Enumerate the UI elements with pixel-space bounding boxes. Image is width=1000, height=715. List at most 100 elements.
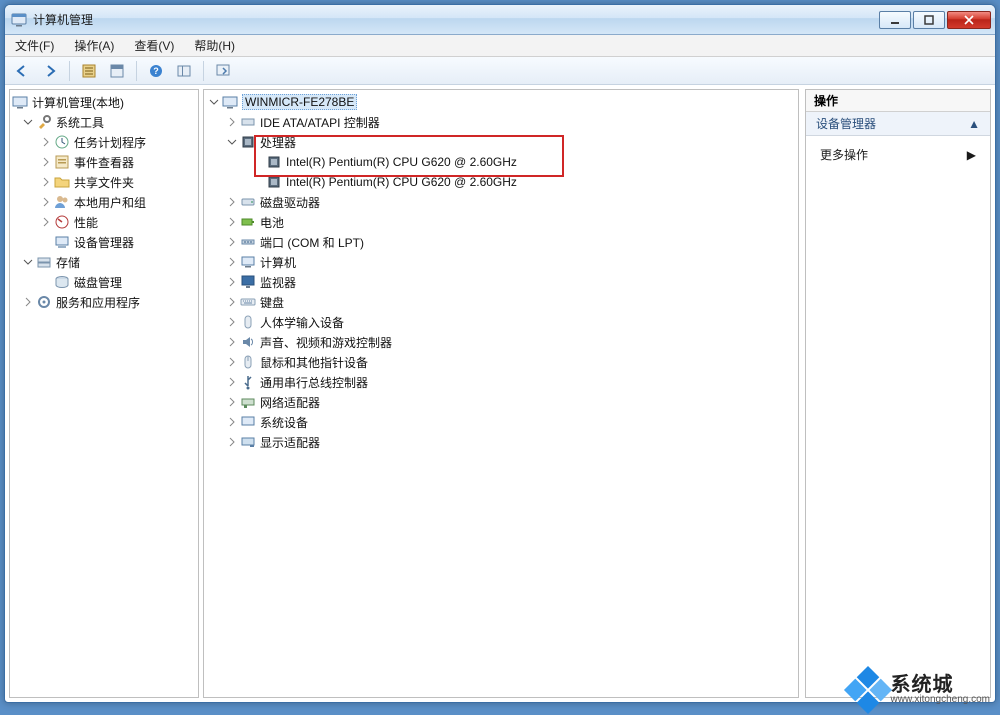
collapse-icon[interactable]: ▲: [968, 117, 980, 131]
tree-disk-mgmt[interactable]: 磁盘管理: [10, 272, 198, 292]
expand-icon[interactable]: [40, 196, 52, 208]
cat-keyboards[interactable]: 键盘: [204, 292, 798, 312]
expand-icon[interactable]: [226, 336, 238, 348]
collapse-icon[interactable]: [208, 96, 220, 108]
hid-icon: [240, 314, 256, 330]
cat-batteries[interactable]: 电池: [204, 212, 798, 232]
properties-button[interactable]: [106, 60, 128, 82]
expand-icon[interactable]: [226, 316, 238, 328]
cat-processors[interactable]: 处理器: [204, 132, 798, 152]
cat-system-devices[interactable]: 系统设备: [204, 412, 798, 432]
cat-display[interactable]: 显示适配器: [204, 432, 798, 452]
actions-section-label: 设备管理器: [816, 115, 876, 132]
disk-icon: [54, 274, 70, 290]
cat-monitors[interactable]: 监视器: [204, 272, 798, 292]
device-tree-pane[interactable]: WINMICR-FE278BE IDE ATA/ATAPI 控制器 处理器 In…: [203, 89, 799, 698]
toolbar-separator: [69, 61, 70, 81]
tree-label: 显示适配器: [260, 434, 320, 451]
sound-icon: [240, 334, 256, 350]
tree-device-manager[interactable]: 设备管理器: [10, 232, 198, 252]
expand-icon[interactable]: [40, 176, 52, 188]
cat-ports[interactable]: 端口 (COM 和 LPT): [204, 232, 798, 252]
services-icon: [36, 294, 52, 310]
collapse-icon[interactable]: [226, 136, 238, 148]
expand-icon[interactable]: [22, 296, 34, 308]
tree-services[interactable]: 服务和应用程序: [10, 292, 198, 312]
expand-icon[interactable]: [226, 356, 238, 368]
tree-storage[interactable]: 存储: [10, 252, 198, 272]
actions-title: 操作: [814, 92, 838, 109]
cpu-item[interactable]: Intel(R) Pentium(R) CPU G620 @ 2.60GHz: [204, 172, 798, 192]
tree-event-viewer[interactable]: 事件查看器: [10, 152, 198, 172]
tree-label: 存储: [56, 254, 80, 271]
action-more[interactable]: 更多操作 ▶: [820, 142, 976, 167]
maximize-button[interactable]: [913, 11, 945, 29]
cat-computers[interactable]: 计算机: [204, 252, 798, 272]
device-tree: WINMICR-FE278BE IDE ATA/ATAPI 控制器 处理器 In…: [204, 90, 798, 454]
forward-button[interactable]: [39, 60, 61, 82]
tree-label: 设备管理器: [74, 234, 134, 251]
expand-icon[interactable]: [40, 216, 52, 228]
tree-shared-folders[interactable]: 共享文件夹: [10, 172, 198, 192]
cat-disk-drives[interactable]: 磁盘驱动器: [204, 192, 798, 212]
expand-icon[interactable]: [226, 116, 238, 128]
tree-label: 网络适配器: [260, 394, 320, 411]
tree-system-tools[interactable]: 系统工具: [10, 112, 198, 132]
expand-icon[interactable]: [226, 216, 238, 228]
expand-icon[interactable]: [226, 296, 238, 308]
back-button[interactable]: [11, 60, 33, 82]
collapse-icon[interactable]: [22, 256, 34, 268]
tree-root[interactable]: 计算机管理(本地): [10, 92, 198, 112]
tree-task-scheduler[interactable]: 任务计划程序: [10, 132, 198, 152]
tree-local-users[interactable]: 本地用户和组: [10, 192, 198, 212]
window-title: 计算机管理: [33, 11, 93, 28]
tree-label: 端口 (COM 和 LPT): [260, 234, 364, 251]
watermark-icon: [843, 666, 891, 714]
watermark-text: 系统城 www.xitongcheng.com: [891, 675, 991, 705]
help-button[interactable]: ?: [145, 60, 167, 82]
expand-icon[interactable]: [226, 436, 238, 448]
action-button[interactable]: [173, 60, 195, 82]
cat-mice[interactable]: 鼠标和其他指针设备: [204, 352, 798, 372]
cat-usb[interactable]: 通用串行总线控制器: [204, 372, 798, 392]
console-tree-pane[interactable]: 计算机管理(本地) 系统工具 任务计划程序 事件查看器: [9, 89, 199, 698]
tree-performance[interactable]: 性能: [10, 212, 198, 232]
actions-header: 操作: [806, 90, 990, 112]
menu-file[interactable]: 文件(F): [11, 35, 58, 56]
watermark-line2: www.xitongcheng.com: [891, 695, 991, 705]
close-button[interactable]: [947, 11, 991, 29]
collapse-icon[interactable]: [22, 116, 34, 128]
keyboard-icon: [240, 294, 256, 310]
actions-section[interactable]: 设备管理器 ▲: [806, 112, 990, 136]
expand-icon[interactable]: [226, 396, 238, 408]
cat-sound[interactable]: 声音、视频和游戏控制器: [204, 332, 798, 352]
menu-view[interactable]: 查看(V): [130, 35, 178, 56]
expand-icon[interactable]: [226, 276, 238, 288]
device-root[interactable]: WINMICR-FE278BE: [204, 92, 798, 112]
cat-network[interactable]: 网络适配器: [204, 392, 798, 412]
refresh-button[interactable]: [212, 60, 234, 82]
computer-icon: [240, 254, 256, 270]
expand-icon[interactable]: [40, 136, 52, 148]
expand-icon[interactable]: [226, 236, 238, 248]
titlebar[interactable]: 计算机管理: [5, 5, 995, 35]
cpu-item[interactable]: Intel(R) Pentium(R) CPU G620 @ 2.60GHz: [204, 152, 798, 172]
expand-icon[interactable]: [226, 256, 238, 268]
cat-hid[interactable]: 人体学输入设备: [204, 312, 798, 332]
storage-icon: [36, 254, 52, 270]
processor-icon: [240, 134, 256, 150]
menu-help[interactable]: 帮助(H): [190, 35, 239, 56]
display-adapter-icon: [240, 434, 256, 450]
cat-ide[interactable]: IDE ATA/ATAPI 控制器: [204, 112, 798, 132]
actions-body: 更多操作 ▶: [806, 136, 990, 173]
menu-action[interactable]: 操作(A): [70, 35, 118, 56]
expand-icon[interactable]: [226, 196, 238, 208]
tree-label: Intel(R) Pentium(R) CPU G620 @ 2.60GHz: [286, 175, 517, 189]
expand-icon[interactable]: [40, 156, 52, 168]
network-icon: [240, 394, 256, 410]
minimize-button[interactable]: [879, 11, 911, 29]
show-hide-tree-button[interactable]: [78, 60, 100, 82]
expand-icon[interactable]: [226, 416, 238, 428]
expand-icon[interactable]: [226, 376, 238, 388]
content-area: 计算机管理(本地) 系统工具 任务计划程序 事件查看器: [5, 85, 995, 702]
